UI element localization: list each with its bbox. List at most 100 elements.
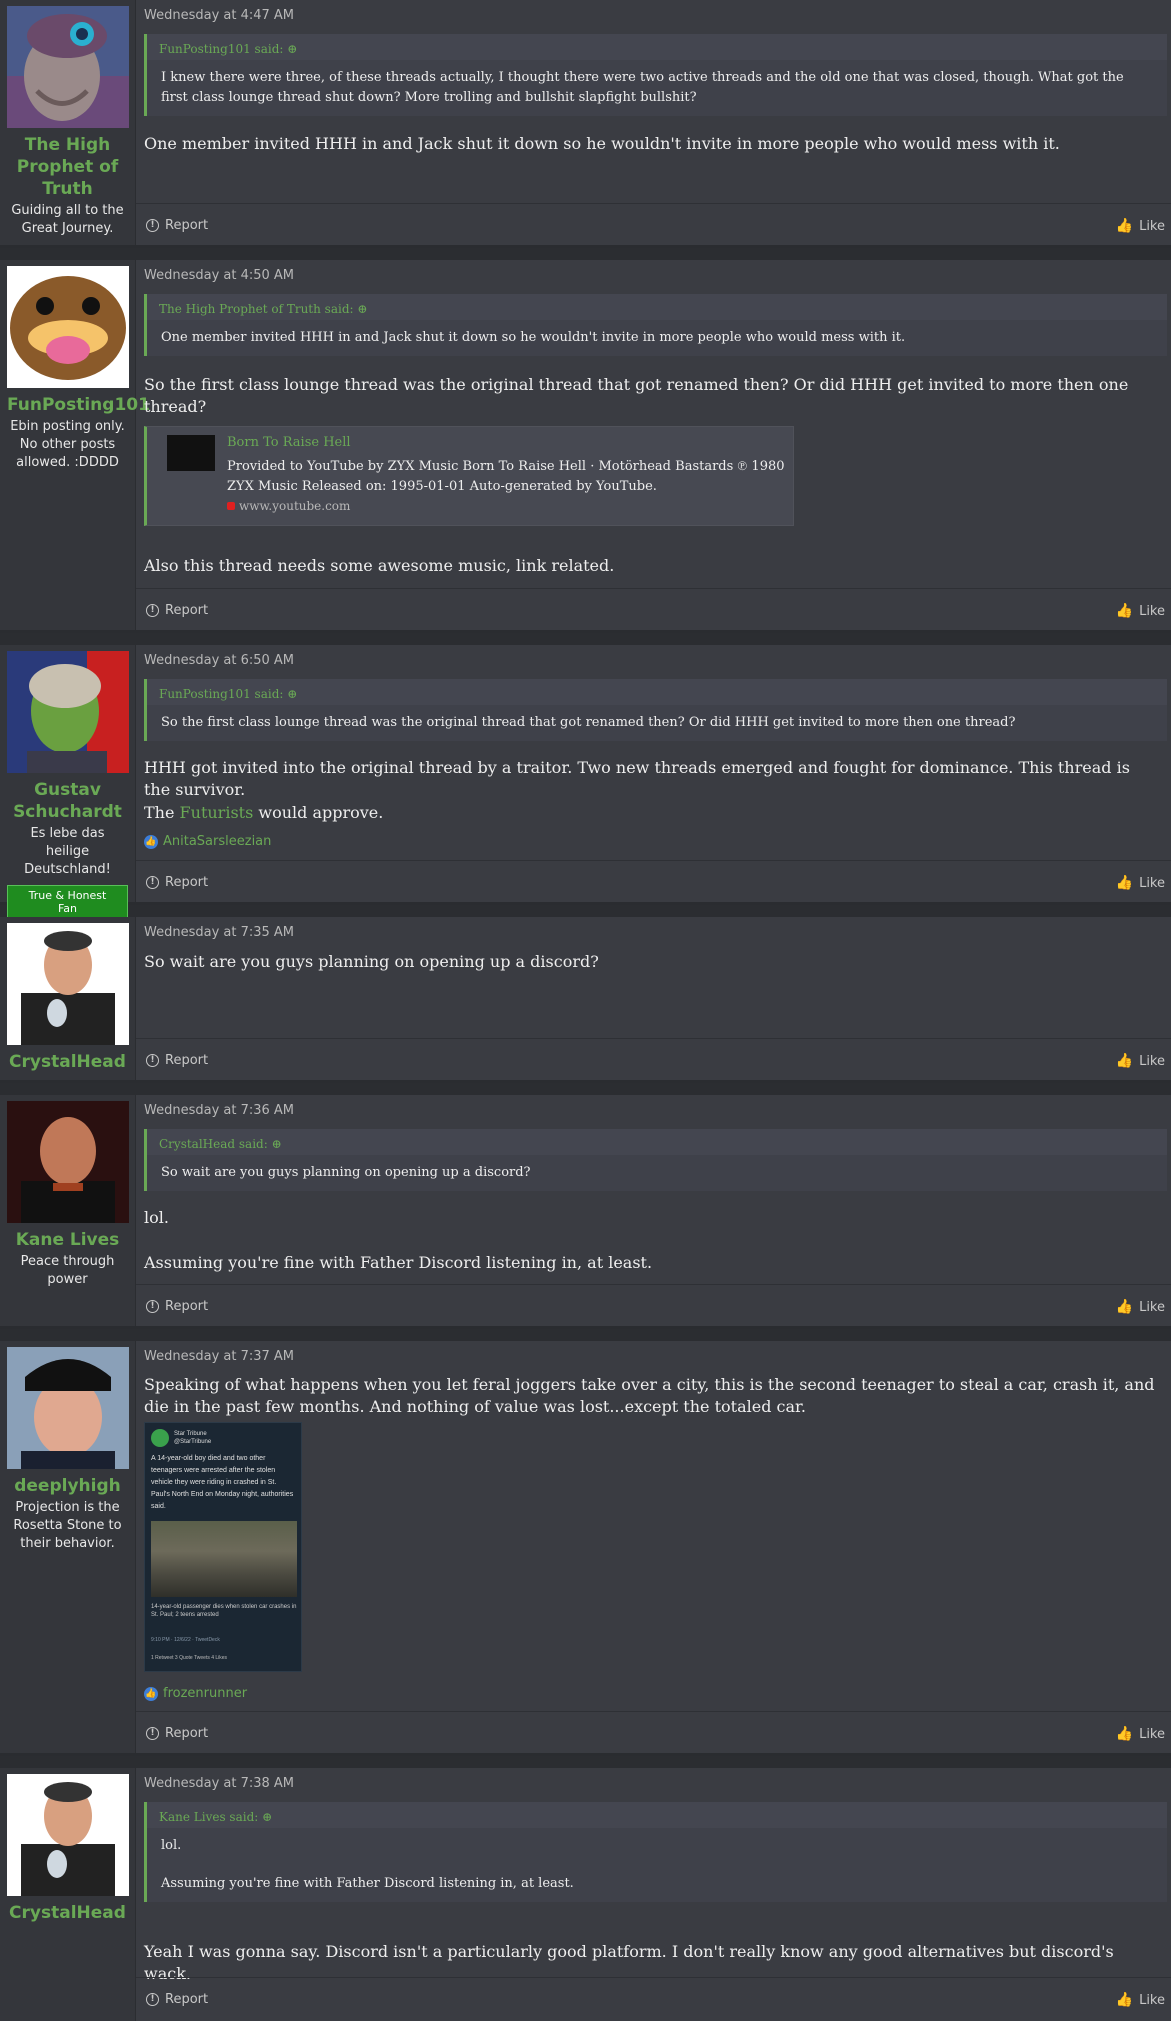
post-footer: ! Report 👍 Like [136,1284,1171,1328]
thumbs-up-icon: 👍 [1115,1299,1134,1315]
quote-header[interactable]: The High Prophet of Truth said: ⊕ [147,294,1167,320]
username[interactable]: Kane Lives [7,1229,128,1251]
reaction-user[interactable]: AnitaSarsleezian [163,834,271,849]
post-body: So wait are you guys planning on opening… [144,952,599,971]
post: FunPosting101 Ebin posting only. No othe… [0,260,1171,633]
user-badge: True & Honest Fan [7,885,128,919]
arrow-up-icon[interactable]: ⊕ [272,1137,282,1151]
username[interactable]: Gustav Schuchardt [7,779,128,823]
reaction-summary[interactable]: 👍 frozenrunner [144,1686,247,1701]
quote-author[interactable]: Kane Lives said: [159,1810,258,1824]
like-label: Like [1139,218,1165,234]
user-title: Guiding all to the Great Journey. [11,203,124,236]
quote-author[interactable]: FunPosting101 said: [159,42,283,56]
report-button[interactable]: ! Report [146,1053,208,1068]
post-footer: ! Report 👍 Like [136,860,1171,904]
embed-title[interactable]: Born To Raise Hell [227,435,351,450]
arrow-up-icon[interactable]: ⊕ [287,687,297,701]
post-date[interactable]: Wednesday at 6:50 AM [144,653,294,668]
avatar[interactable] [7,1101,129,1223]
tweet-caption: 14-year-old passenger dies when stolen c… [151,1604,297,1618]
youtube-icon [227,502,235,510]
reaction-summary[interactable]: 👍 AnitaSarsleezian [144,834,271,849]
thumbs-up-icon: 👍 [1115,1053,1134,1069]
post-date[interactable]: Wednesday at 7:36 AM [144,1103,294,1118]
avatar[interactable] [7,923,129,1045]
report-label: Report [165,218,209,233]
text: would approve. [253,803,384,822]
arrow-up-icon[interactable]: ⊕ [287,42,297,56]
username[interactable]: FunPosting101 [7,394,150,416]
report-button[interactable]: ! Report [146,603,208,618]
post-body: Also this thread needs some awesome musi… [144,556,615,575]
avatar[interactable] [7,651,129,773]
futurists-link[interactable]: Futurists [180,803,254,822]
like-button[interactable]: 👍 Like [1116,1053,1165,1069]
post-date[interactable]: Wednesday at 7:37 AM [144,1349,294,1364]
reaction-user[interactable]: frozenrunner [163,1686,247,1701]
report-button[interactable]: ! Report [146,875,208,890]
like-label: Like [1139,1299,1165,1315]
info-icon: ! [146,1993,159,2006]
quote-line: lol. [161,1838,182,1853]
quote-author[interactable]: CrystalHead said: [159,1137,268,1151]
avatar[interactable] [7,1347,129,1469]
message-cell: Wednesday at 4:47 AM FunPosting101 said:… [136,0,1171,245]
tweet-photo [151,1521,297,1597]
quote-header[interactable]: FunPosting101 said: ⊕ [147,34,1167,60]
quote-block: FunPosting101 said: ⊕ I knew there were … [144,34,1167,116]
quote-text: lol. Assuming you're fine with Father Di… [147,1828,1167,1902]
avatar[interactable] [7,6,129,128]
post-date[interactable]: Wednesday at 4:47 AM [144,8,294,23]
arrow-up-icon[interactable]: ⊕ [262,1810,272,1824]
tweet-text: A 14-year-old boy died and two other tee… [151,1455,294,1510]
quote-text: So wait are you guys planning on opening… [147,1155,1167,1191]
post-footer: ! Report 👍 Like [136,1711,1171,1755]
info-icon: ! [146,1727,159,1740]
link-embed[interactable]: Born To Raise Hell Provided to YouTube b… [144,426,794,526]
user-title: Ebin posting only. No other posts allowe… [10,419,125,470]
embed-site-label: www.youtube.com [239,499,351,513]
post-body: lol. [144,1208,169,1227]
username[interactable]: deeplyhigh [7,1475,128,1497]
quote-header[interactable]: Kane Lives said: ⊕ [147,1802,1167,1828]
like-button[interactable]: 👍 Like [1116,1992,1165,2008]
quote-author[interactable]: FunPosting101 said: [159,687,283,701]
post-date[interactable]: Wednesday at 7:35 AM [144,925,294,940]
quote-header[interactable]: FunPosting101 said: ⊕ [147,679,1167,705]
post-date[interactable]: Wednesday at 4:50 AM [144,268,294,283]
avatar[interactable] [7,1774,129,1896]
username[interactable]: The High Prophet of Truth [7,134,128,200]
user-title: Es lebe das heilige Deutschland! [24,826,111,877]
report-button[interactable]: ! Report [146,1992,208,2007]
user-cell: FunPosting101 Ebin posting only. No othe… [0,260,150,630]
user-cell: deeplyhigh Projection is the Rosetta Sto… [0,1341,136,1753]
report-button[interactable]: ! Report [146,1299,208,1314]
report-label: Report [165,1726,209,1741]
post: CrystalHead Wednesday at 7:35 AM So wait… [0,917,1171,1083]
post-body: Speaking of what happens when you let fe… [144,1375,1155,1416]
like-label: Like [1139,1726,1165,1742]
like-label: Like [1139,603,1165,619]
info-icon: ! [146,219,159,232]
user-cell: Kane Lives Peace through power [0,1095,136,1326]
username[interactable]: CrystalHead [7,1902,128,1924]
post-body: The Futurists would approve. [144,802,1161,824]
avatar[interactable] [7,266,129,388]
like-button[interactable]: 👍 Like [1116,603,1165,619]
arrow-up-icon[interactable]: ⊕ [357,302,367,316]
username[interactable]: CrystalHead [7,1051,128,1073]
quote-header[interactable]: CrystalHead said: ⊕ [147,1129,1167,1155]
like-button[interactable]: 👍 Like [1116,1726,1165,1742]
quote-author[interactable]: The High Prophet of Truth said: [159,302,354,316]
like-button[interactable]: 👍 Like [1116,218,1165,234]
report-button[interactable]: ! Report [146,218,208,233]
like-button[interactable]: 👍 Like [1116,1299,1165,1315]
thumbs-up-icon: 👍 [1115,875,1134,891]
tweet-screenshot[interactable]: Star Tribune @StarTribune A 14-year-old b… [144,1422,302,1672]
user-cell: Gustav Schuchardt Es lebe das heilige De… [0,645,136,919]
like-button[interactable]: 👍 Like [1116,875,1165,891]
report-button[interactable]: ! Report [146,1726,208,1741]
post-date[interactable]: Wednesday at 7:38 AM [144,1776,294,1791]
message-cell: Wednesday at 4:50 AM The High Prophet of… [136,260,1171,630]
